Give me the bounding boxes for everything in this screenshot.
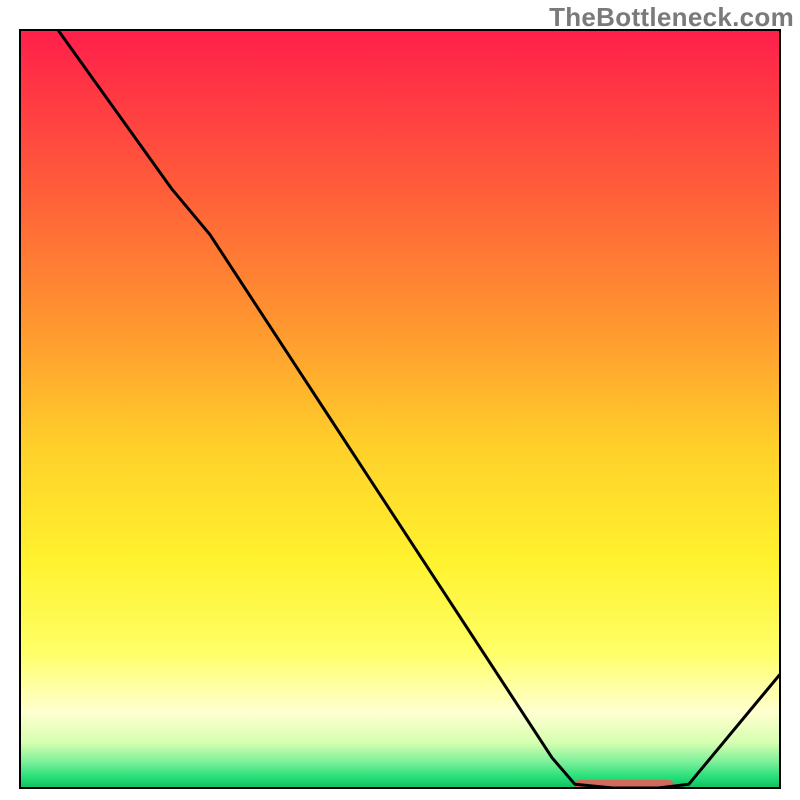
chart-svg (0, 0, 800, 800)
gradient-background (20, 30, 780, 788)
chart-container: TheBottleneck.com (0, 0, 800, 800)
